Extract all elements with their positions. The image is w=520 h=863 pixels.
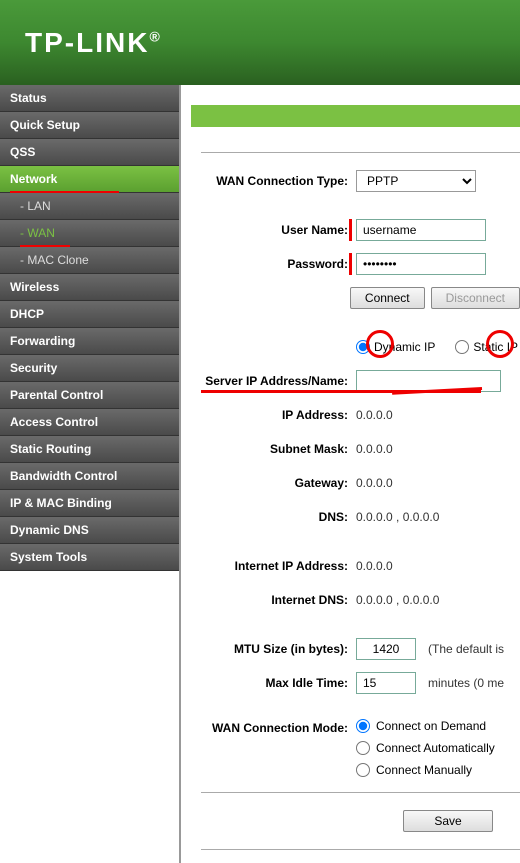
connect-on-demand-label: Connect on Demand [376,719,486,733]
mtu-label: MTU Size (in bytes): [196,642,356,656]
main-content: WAN Connection Type: PPTP User Name: Pas… [181,85,520,863]
username-input[interactable] [356,219,486,241]
subnet-value: 0.0.0.0 [356,442,393,456]
idle-input[interactable] [356,672,416,694]
connect-automatically-radio[interactable] [356,741,370,755]
mtu-hint: (The default is [428,642,504,656]
sidebar-item-static-routing[interactable]: Static Routing [0,436,179,463]
sidebar-item-qss[interactable]: QSS [0,139,179,166]
static-ip-label: Static IP [473,340,518,354]
internet-dns-label: Internet DNS: [196,593,356,607]
dns-label: DNS: [196,510,356,524]
sidebar-item-status[interactable]: Status [0,85,179,112]
ip-address-label: IP Address: [196,408,356,422]
save-button[interactable]: Save [403,810,492,832]
sidebar-subitem-wan[interactable]: - WAN [0,220,179,247]
divider [201,152,520,153]
idle-hint: minutes (0 me [428,676,504,690]
idle-label: Max Idle Time: [196,676,356,690]
sidebar-item-dynamic-dns[interactable]: Dynamic DNS [0,517,179,544]
sidebar-item-access-control[interactable]: Access Control [0,409,179,436]
password-input[interactable] [356,253,486,275]
wan-conn-type-label: WAN Connection Type: [196,174,356,188]
internet-ip-label: Internet IP Address: [196,559,356,573]
sidebar-item-wireless[interactable]: Wireless [0,274,179,301]
divider [201,792,520,793]
dns-value: 0.0.0.0 , 0.0.0.0 [356,510,439,524]
sidebar: Status Quick Setup QSS Network - LAN - W… [0,85,181,863]
connect-button[interactable]: Connect [350,287,425,309]
sidebar-item-security[interactable]: Security [0,355,179,382]
header: TP-LINK® [0,0,520,85]
wan-conn-type-select[interactable]: PPTP [356,170,476,192]
sidebar-item-forwarding[interactable]: Forwarding [0,328,179,355]
gateway-value: 0.0.0.0 [356,476,393,490]
ip-address-value: 0.0.0.0 [356,408,393,422]
internet-ip-value: 0.0.0.0 [356,559,393,573]
static-ip-radio[interactable] [455,340,469,354]
connect-automatically-label: Connect Automatically [376,741,495,755]
password-label: Password: [196,257,356,271]
divider [201,849,520,850]
sidebar-subitem-mac-clone[interactable]: - MAC Clone [0,247,179,274]
dynamic-ip-label: Dynamic IP [374,340,435,354]
connect-manually-label: Connect Manually [376,763,472,777]
internet-dns-value: 0.0.0.0 , 0.0.0.0 [356,593,439,607]
sidebar-item-system-tools[interactable]: System Tools [0,544,179,571]
section-title-bar [191,105,520,127]
server-ip-label: Server IP Address/Name: [196,374,356,388]
mtu-input[interactable] [356,638,416,660]
subnet-label: Subnet Mask: [196,442,356,456]
sidebar-item-dhcp[interactable]: DHCP [0,301,179,328]
sidebar-item-quick-setup[interactable]: Quick Setup [0,112,179,139]
dynamic-ip-radio[interactable] [356,340,370,354]
sidebar-subitem-lan[interactable]: - LAN [0,193,179,220]
disconnect-button[interactable]: Disconnect [431,287,520,309]
logo: TP-LINK® [25,27,162,59]
conn-mode-label: WAN Connection Mode: [196,719,356,735]
connect-manually-radio[interactable] [356,763,370,777]
server-ip-input[interactable] [356,370,501,392]
sidebar-item-bandwidth-control[interactable]: Bandwidth Control [0,463,179,490]
sidebar-item-parental-control[interactable]: Parental Control [0,382,179,409]
sidebar-item-network[interactable]: Network [0,166,179,193]
connect-on-demand-radio[interactable] [356,719,370,733]
sidebar-item-ip-mac-binding[interactable]: IP & MAC Binding [0,490,179,517]
gateway-label: Gateway: [196,476,356,490]
username-label: User Name: [196,223,356,237]
